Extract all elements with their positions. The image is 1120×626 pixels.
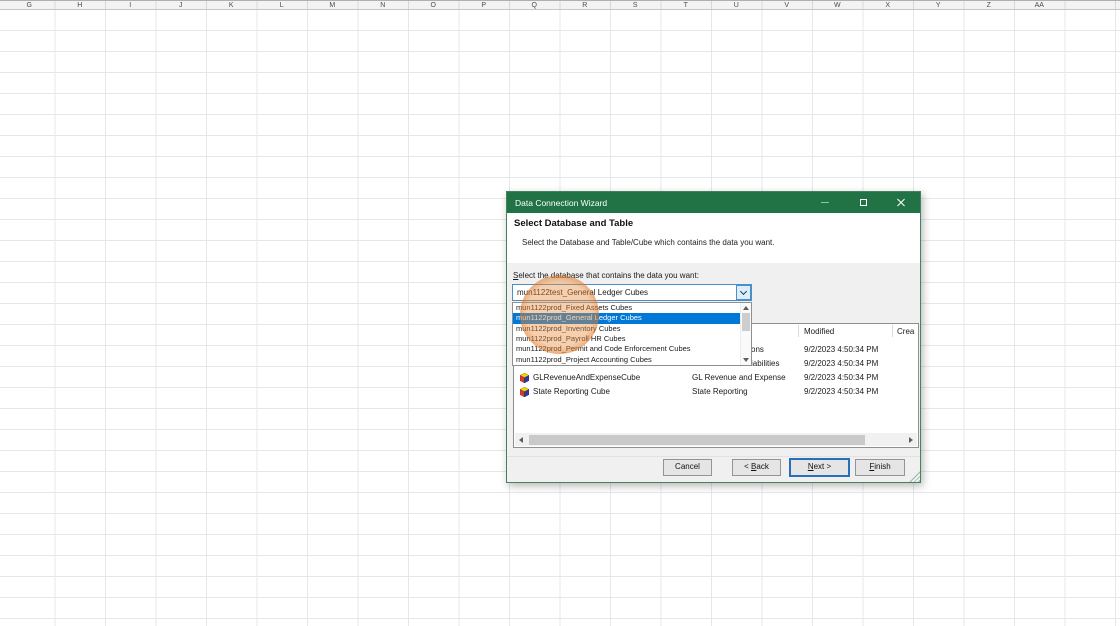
cube-description: State Reporting [692,387,748,396]
horizontal-scrollbar[interactable] [515,433,917,446]
database-combobox-value: mun1122test_General Ledger Cubes [517,288,649,297]
column-header-p[interactable]: P [459,1,510,9]
cube-icon [520,373,529,383]
column-header-m[interactable]: M [307,1,358,9]
maximize-icon [859,199,867,206]
cube-modified-date: 9/2/2023 4:50:34 PM [804,387,879,396]
column-divider [892,325,893,337]
cube-modified-date: 9/2/2023 4:50:34 PM [804,373,879,382]
table-row[interactable]: GLRevenueAndExpenseCube GL Revenue and Ex… [514,371,918,385]
footer-divider [507,456,920,457]
cube-modified-date: 9/2/2023 4:50:34 PM [804,345,879,354]
close-icon [897,199,905,207]
dropdown-scrollbar[interactable] [740,303,751,365]
cancel-button[interactable]: Cancel [663,459,712,476]
scroll-up-icon [743,306,749,310]
column-divider [798,325,799,337]
scrollbar-thumb[interactable] [529,434,865,445]
column-header-t[interactable]: T [661,1,712,9]
scroll-down-icon [743,358,749,362]
column-header-r[interactable]: R [560,1,611,9]
cube-modified-date: 9/2/2023 4:50:34 PM [804,359,879,368]
dialog-header: Select Database and Table Select the Dat… [507,213,920,263]
column-header-g[interactable]: G [4,1,55,9]
column-header-w[interactable]: W [812,1,863,9]
table-header-modified[interactable]: Modified [804,327,834,336]
back-button[interactable]: < Back [732,459,781,476]
database-dropdown-list: mun1122prod_Fixed Assets Cubes mun1122pro… [512,302,752,366]
finish-button[interactable]: Finish [855,459,905,476]
dropdown-item[interactable]: mun1122prod_General Ledger Cubes [513,313,740,324]
close-button[interactable] [882,192,920,213]
cube-icon [520,387,529,397]
column-header-n[interactable]: N [358,1,409,9]
next-button[interactable]: Next > [789,458,850,477]
minimize-icon [821,202,829,203]
column-header-k[interactable]: K [206,1,257,9]
page-subtitle: Select the Database and Table/Cube which… [522,238,775,247]
data-connection-wizard-dialog: Data Connection Wizard Select Database a… [506,191,921,483]
window-controls [806,192,920,213]
column-header-l[interactable]: L [257,1,308,9]
column-header-x[interactable]: X [863,1,914,9]
resize-grip-icon[interactable] [909,471,920,482]
column-header-z[interactable]: Z [964,1,1015,9]
scrollbar-thumb[interactable] [742,313,750,331]
column-headers[interactable]: G H I J K L M N O P Q R S T U V W X Y Z AA [0,0,1120,10]
column-header-q[interactable]: Q [509,1,560,9]
column-header-u[interactable]: U [711,1,762,9]
scroll-right-icon [909,436,913,443]
page-title: Select Database and Table [514,218,634,229]
cube-description: GL Revenue and Expense [692,373,786,382]
database-select-label: Select the database that contains the da… [513,271,699,280]
dropdown-item[interactable]: mun1122prod_Payroll HR Cubes [513,334,740,344]
column-header-y[interactable]: Y [913,1,964,9]
maximize-button[interactable] [844,192,882,213]
column-header-i[interactable]: I [105,1,156,9]
dropdown-item[interactable]: mun1122prod_Project Accounting Cubes [513,355,740,365]
dialog-title: Data Connection Wizard [515,197,608,208]
cube-name: State Reporting Cube [533,387,610,396]
column-header-j[interactable]: J [156,1,207,9]
column-header-h[interactable]: H [55,1,106,9]
dialog-titlebar[interactable]: Data Connection Wizard [507,192,920,213]
dropdown-items: mun1122prod_Fixed Assets Cubes mun1122pro… [513,303,740,365]
combobox-dropdown-button[interactable] [736,285,751,300]
column-header-v[interactable]: V [762,1,813,9]
column-header-aa[interactable]: AA [1014,1,1065,9]
table-header-created[interactable]: Crea [897,327,914,336]
cube-description-fragment: iabilities [751,359,780,368]
column-header-s[interactable]: S [610,1,661,9]
cube-name: GLRevenueAndExpenseCube [533,373,641,382]
column-header-o[interactable]: O [408,1,459,9]
chevron-down-icon [739,287,748,296]
dropdown-item[interactable]: mun1122prod_Fixed Assets Cubes [513,303,740,313]
cube-description-fragment: ons [751,345,764,354]
scroll-left-icon [519,436,523,443]
dropdown-item[interactable]: mun1122prod_Inventory Cubes [513,324,740,334]
dropdown-item[interactable]: mun1122prod_Permit and Code Enforcement … [513,344,740,354]
excel-window: G H I J K L M N O P Q R S T U V W X Y Z AA Data Connection W… [0,0,1120,626]
database-combobox[interactable]: mun1122test_General Ledger Cubes [512,284,752,301]
table-row[interactable]: State Reporting Cube State Reporting 9/2/2… [514,385,918,399]
minimize-button[interactable] [806,192,844,213]
